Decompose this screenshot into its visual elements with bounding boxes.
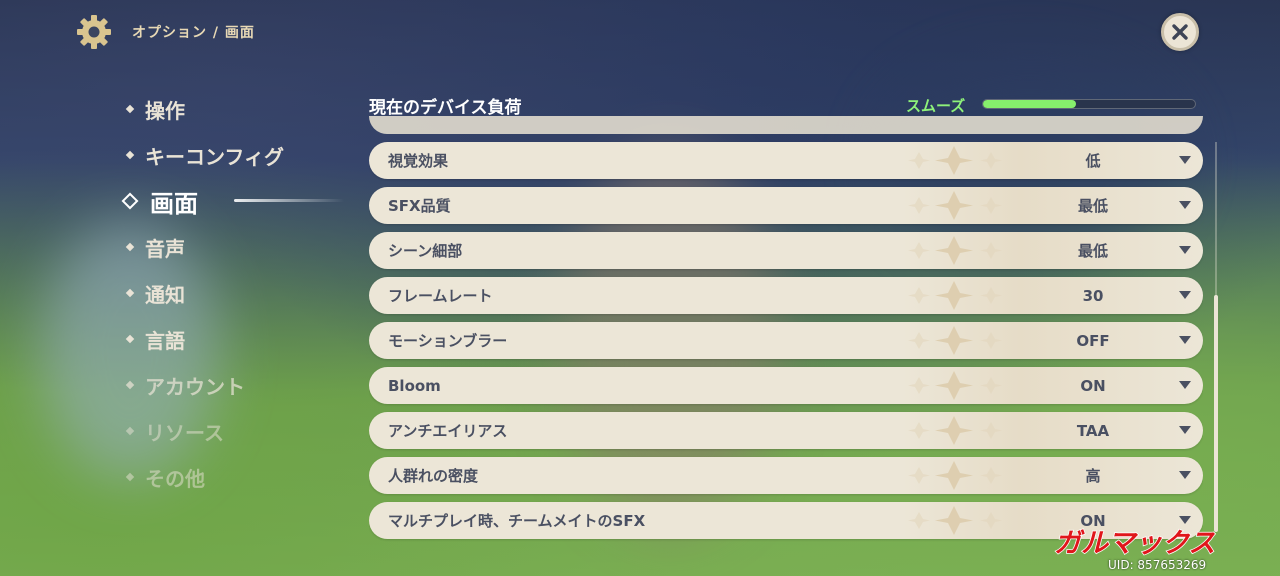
setting-label: マルチプレイ時、チームメイトのSFX (388, 512, 646, 530)
device-load-bar (982, 99, 1196, 109)
setting-value[interactable]: OFF (1013, 332, 1173, 350)
diamond-icon (125, 242, 135, 252)
gear-icon (77, 15, 111, 49)
setting-row-motion-blur[interactable]: モーションブラー OFF (369, 322, 1203, 359)
sidebar: 操作 キーコンフィグ 画面 音声 通知 言語 アカウント リソース その他 (121, 86, 364, 500)
ornament-icon (908, 506, 1002, 535)
chevron-down-icon[interactable] (1179, 471, 1191, 479)
uid-label: UID: 857653269 (1108, 558, 1207, 572)
setting-row-scene-detail[interactable]: シーン細部 最低 (369, 232, 1203, 269)
chevron-down-icon[interactable] (1179, 246, 1191, 254)
watermark-text: ガルマックス (1054, 528, 1215, 558)
chevron-down-icon[interactable] (1179, 426, 1191, 434)
sidebar-item-resources[interactable]: リソース (124, 408, 364, 454)
chevron-down-icon[interactable] (1179, 156, 1191, 164)
partial-row (369, 116, 1203, 134)
setting-label: アンチエイリアス (388, 422, 508, 440)
sidebar-item-controls[interactable]: 操作 (124, 86, 364, 132)
chevron-down-icon[interactable] (1179, 336, 1191, 344)
setting-value[interactable]: 低 (1013, 150, 1173, 171)
sidebar-item-key-config[interactable]: キーコンフィグ (124, 132, 364, 178)
sidebar-item-language[interactable]: 言語 (124, 316, 364, 362)
sidebar-item-label: 音声 (145, 236, 185, 261)
setting-value[interactable]: 最低 (1013, 240, 1173, 261)
sidebar-item-label: 言語 (145, 328, 185, 353)
setting-label: Bloom (388, 376, 441, 395)
breadcrumb: オプション / 画面 (132, 25, 255, 41)
close-button[interactable] (1161, 13, 1199, 51)
setting-row-frame-rate[interactable]: フレームレート 30 (369, 277, 1203, 314)
settings-screen: オプション / 画面 操作 キーコンフィグ 画面 音声 通知 言語 アカウント … (0, 0, 1280, 576)
diamond-icon (125, 150, 135, 160)
ornament-icon (908, 191, 1002, 220)
ornament-icon (908, 236, 1002, 265)
chevron-down-icon[interactable] (1179, 201, 1191, 209)
sidebar-item-label: 通知 (145, 282, 185, 307)
setting-row-sfx-quality[interactable]: SFX品質 最低 (369, 187, 1203, 224)
diamond-icon (125, 472, 135, 482)
setting-label: SFX品質 (388, 197, 451, 215)
setting-label: フレームレート (388, 287, 493, 305)
setting-value[interactable]: 30 (1013, 287, 1173, 305)
setting-label: モーションブラー (388, 332, 508, 350)
diamond-icon (125, 380, 135, 390)
setting-row-bloom[interactable]: Bloom ON (369, 367, 1203, 404)
device-load-fill (983, 100, 1077, 108)
setting-label: シーン細部 (388, 242, 463, 260)
watermark-logo: ガルマックス (1053, 527, 1216, 558)
ornament-icon (908, 326, 1002, 355)
ornament-icon (908, 416, 1002, 445)
sidebar-item-other[interactable]: その他 (124, 454, 364, 500)
sidebar-item-account[interactable]: アカウント (124, 362, 364, 408)
sidebar-item-graphics[interactable]: 画面 (121, 178, 364, 224)
setting-row-anti-aliasing[interactable]: アンチエイリアス TAA (369, 412, 1203, 449)
sidebar-item-label: キーコンフィグ (145, 144, 284, 169)
diamond-icon (125, 288, 135, 298)
sidebar-item-label: アカウント (145, 374, 245, 399)
header: オプション / 画面 (76, 14, 255, 50)
ornament-icon (908, 371, 1002, 400)
setting-value[interactable]: ON (1013, 377, 1173, 395)
sidebar-item-label: その他 (145, 466, 205, 491)
setting-row-crowd-density[interactable]: 人群れの密度 高 (369, 457, 1203, 494)
diamond-icon (125, 104, 135, 114)
device-load-status: スムーズ (906, 97, 966, 115)
diamond-icon (125, 334, 135, 344)
diamond-outline-icon (121, 192, 139, 210)
close-icon (1172, 24, 1188, 40)
ornament-icon (908, 146, 1002, 175)
chevron-down-icon[interactable] (1179, 516, 1191, 524)
setting-value[interactable]: 最低 (1013, 195, 1173, 216)
sidebar-item-label: 操作 (145, 98, 185, 123)
ornament-icon (908, 281, 1002, 310)
setting-row-visual-effects[interactable]: 視覚効果 低 (369, 142, 1203, 179)
sidebar-item-notifications[interactable]: 通知 (124, 270, 364, 316)
settings-list: 視覚効果 低 SFX品質 最低 シーン細部 最低 フレームレート 30 モーショ… (369, 116, 1203, 576)
sidebar-item-label: 画面 (150, 189, 198, 218)
setting-value[interactable]: TAA (1013, 422, 1173, 440)
ornament-icon (908, 461, 1002, 490)
setting-value[interactable]: 高 (1013, 465, 1173, 486)
chevron-down-icon[interactable] (1179, 381, 1191, 389)
diamond-icon (125, 426, 135, 436)
chevron-down-icon[interactable] (1179, 291, 1191, 299)
sidebar-item-label: リソース (145, 420, 224, 445)
setting-label: 視覚効果 (388, 152, 449, 170)
device-load-title: 現在のデバイス負荷 (369, 98, 522, 118)
setting-label: 人群れの密度 (388, 467, 479, 485)
sidebar-item-audio[interactable]: 音声 (124, 224, 364, 270)
scrollbar-thumb[interactable] (1214, 295, 1218, 532)
